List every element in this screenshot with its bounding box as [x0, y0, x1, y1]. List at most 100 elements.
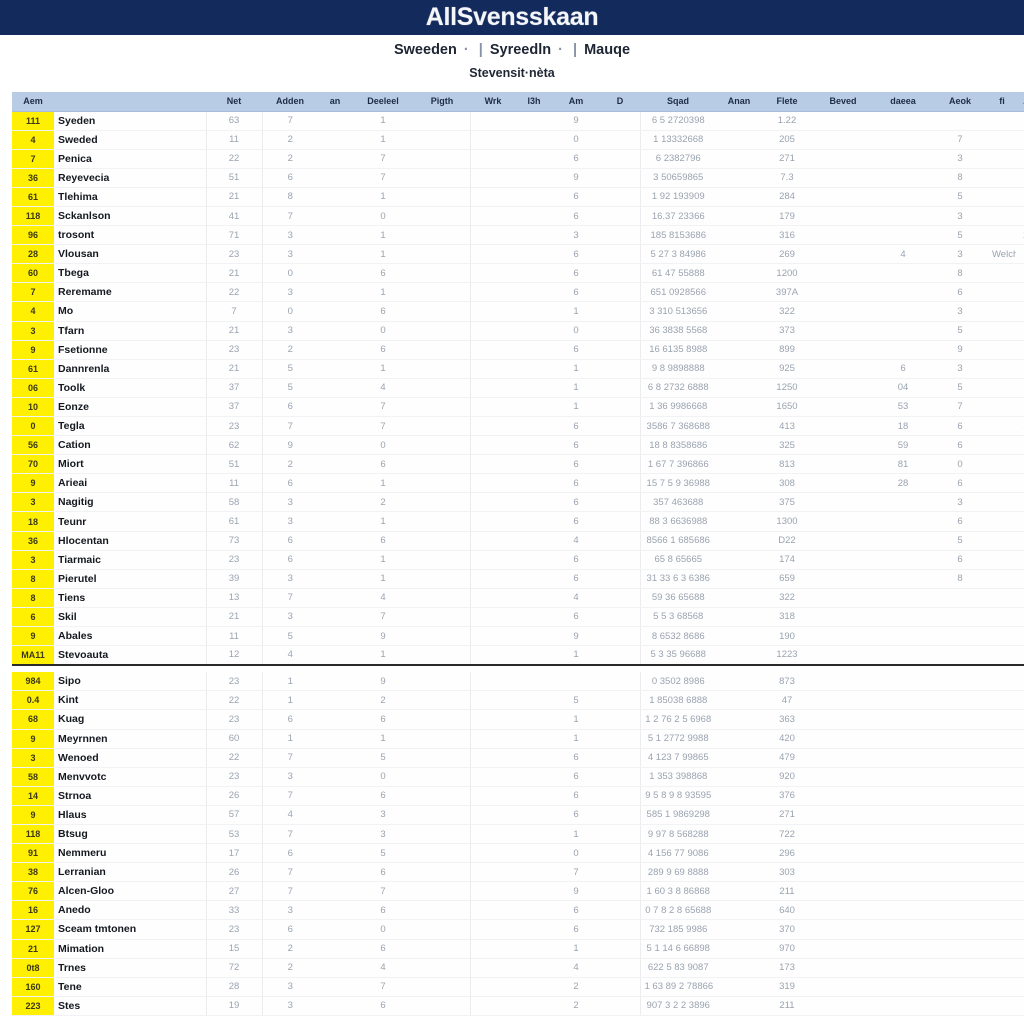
row-c2-cell: 2: [262, 340, 318, 360]
table-row[interactable]: 8Pierutel3931631 33 6 3 6386659824: [12, 569, 1024, 589]
table-row[interactable]: 21 Mimation 15 2 6 1 5 1 14 6 66898 970: [12, 939, 1024, 959]
table-row[interactable]: 9 Hlaus 57 4 3 6 585 1 9869298 271: [12, 805, 1024, 825]
table-row[interactable]: 16 Anedo 33 3 6 6 0 7 8 2 8 65688 640: [12, 900, 1024, 921]
table-row[interactable]: 127 Sceam tmtonen 23 6 0 6 732 185 9986 370: [12, 919, 1024, 940]
table-row[interactable]: 7Reremame223 1 6 651 0928566 397A 6 35: [12, 282, 1024, 303]
table-row[interactable]: 118Sckanlson417 0 6 16.37 23366 179 3 28: [12, 206, 1024, 227]
table-row[interactable]: 58 Menvvotc 23 3 0 6 1 353 398868 920: [12, 767, 1024, 787]
row-team-cell: Nemmeru: [54, 843, 207, 864]
table-row[interactable]: 0.4 Kint 22 1 2 5 1 85038 6888 47: [12, 690, 1024, 711]
table-row[interactable]: 111Syeden637 1 9 6 5 2720398 1.22 8.6: [12, 111, 1024, 131]
table-row[interactable]: 3Tiarmaic2361665 8 65665174613: [12, 550, 1024, 570]
table-row[interactable]: 96trosont71313185 81536863165267: [12, 225, 1024, 246]
row-c6-cell: [470, 531, 516, 551]
table-row[interactable]: 61Dannrenla215 1 1 9 8 9898888 925 63 24: [12, 359, 1024, 379]
column-header-c3[interactable]: an: [318, 92, 352, 112]
table-row[interactable]: 91 Nemmeru 17 6 5 0 4 156 77 9086 296: [12, 843, 1024, 864]
table-row[interactable]: 60Tbega210 6 6 61 47 55888 1200 8 38: [12, 263, 1024, 284]
row-c2-cell: 7: [262, 206, 318, 227]
row-c10-cell: 9 97 8 568288: [640, 824, 716, 845]
table-row[interactable]: 7Penica222766 2382796271365: [12, 149, 1024, 169]
table-row[interactable]: 0t8 Trnes 72 2 4 4 622 5 83 9087 173: [12, 958, 1024, 978]
row-c14-cell: [874, 767, 932, 787]
table-row[interactable]: 3 Wenoed 22 7 5 6 4 123 7 99865 479: [12, 748, 1024, 768]
row-c17-cell: 174: [1016, 416, 1024, 437]
breadcrumb-league[interactable]: Syreedln: [490, 42, 551, 58]
table-row[interactable]: 223 Stes 19 3 6 2 907 3 2 2 3896 211: [12, 996, 1024, 1016]
breadcrumb-section[interactable]: Mauqe: [584, 42, 630, 58]
row-team-cell: Mimation: [54, 939, 207, 959]
table-row[interactable]: 9Fsetionne2326616 6135 8988899930: [12, 340, 1024, 360]
column-header-c15[interactable]: Aeok: [932, 92, 988, 112]
table-row[interactable]: 70Miort512 6 6 1 67 7 396866 813 810 0.3: [12, 454, 1024, 475]
column-header-c2[interactable]: Adden: [262, 92, 318, 112]
table-row[interactable]: 76 Alcen-Gloo 27 7 7 9 1 60 3 8 86868 211: [12, 881, 1024, 902]
table-row[interactable]: 3Tfarn2130036 3838 5568373548: [12, 321, 1024, 341]
column-header-c17[interactable]: AIC: [1016, 92, 1024, 112]
row-c13-cell: [812, 435, 874, 456]
column-header-c1[interactable]: Net: [206, 92, 262, 112]
column-header-c14[interactable]: daeea: [874, 92, 932, 112]
table-row[interactable]: 0Tegla237763586 7 368688413186174: [12, 416, 1024, 437]
row-c15-cell: 3: [932, 301, 988, 322]
row-c17-cell: [1016, 862, 1024, 883]
row-c15-cell: 8: [932, 263, 988, 284]
table-row[interactable]: 06Toolk375416 8 2732 6888125004563: [12, 378, 1024, 398]
row-c10-cell: 5 1 14 6 66898: [640, 939, 716, 959]
column-header-c12[interactable]: Flete: [762, 92, 812, 112]
table-row[interactable]: 36Reyevecia516 7 9 3 50659865 7.3 8 56: [12, 168, 1024, 188]
column-header-c6[interactable]: Wrk: [470, 92, 516, 112]
table-row[interactable]: 9 Abales 11 5 9 9 8 6532 8686 190: [12, 626, 1024, 647]
row-rank-cell: 28: [12, 244, 54, 265]
row-c8-cell: 6: [552, 435, 600, 456]
row-c13-cell: [812, 607, 874, 628]
table-row[interactable]: MA11 Stevoauta 12 4 1 1 5 3 35 96688 1223: [12, 645, 1024, 666]
row-c3-cell: [318, 900, 352, 921]
row-c6-cell: [470, 767, 516, 787]
row-rank-cell: 3: [12, 492, 54, 513]
row-c8-cell: 6: [552, 244, 600, 265]
table-row[interactable]: 984 Sipo 23 1 9 0 3502 8986 873: [12, 671, 1024, 692]
column-header-rank[interactable]: Aem: [12, 92, 54, 112]
table-row[interactable]: 28Vlousan233165 27 3 8498626943Welch49: [12, 244, 1024, 265]
column-header-c5[interactable]: Pigth: [414, 92, 470, 112]
row-c17-cell: [1016, 996, 1024, 1016]
column-header-c16[interactable]: fi: [988, 92, 1016, 112]
column-header-c10[interactable]: Sqad: [640, 92, 716, 112]
table-row[interactable]: 61Tlehima218161 92 193909284516: [12, 187, 1024, 207]
table-row[interactable]: 4Mo70 6 1 3 310 513656 322 3 63: [12, 301, 1024, 322]
table-row[interactable]: 68 Kuag 23 6 6 1 1 2 76 2 5 6968 363: [12, 709, 1024, 730]
row-c7-cell: [516, 671, 552, 692]
column-header-c13[interactable]: Beved: [812, 92, 874, 112]
table-row[interactable]: 14 Strnoa 26 7 6 6 9 5 8 9 8 93595 376: [12, 786, 1024, 806]
row-c8-cell: 1: [552, 824, 600, 845]
row-c11-cell: [716, 130, 762, 150]
row-c1-cell: 37: [206, 378, 263, 398]
row-c8-cell: 2: [552, 977, 600, 997]
table-row[interactable]: 36Hlocentan736648566 1 685686D22565: [12, 531, 1024, 551]
table-row[interactable]: 6Skil213765 5 3 6856831815: [12, 607, 1024, 628]
column-header-c8[interactable]: Am: [552, 92, 600, 112]
table-row[interactable]: 38 Lerranian 26 7 6 7 289 9 69 8888 303: [12, 862, 1024, 883]
column-header-team[interactable]: [54, 92, 206, 112]
row-c12-cell: 363: [762, 709, 812, 730]
column-header-c4[interactable]: Deeleel: [352, 92, 414, 112]
table-row[interactable]: 4Sweded112 1 0 1 13332668 205 7 33: [12, 130, 1024, 150]
table-row[interactable]: 9Arieai1161615 7 5 9 3698830828629: [12, 473, 1024, 494]
table-row[interactable]: 8Tiens137 4 4 59 36 65688 322 30: [12, 588, 1024, 608]
table-row[interactable]: 3Nagitig58326357 463688375306: [12, 492, 1024, 513]
table-row[interactable]: 118 Btsug 53 7 3 1 9 97 8 568288 722: [12, 824, 1024, 845]
column-header-c11[interactable]: Anan: [716, 92, 762, 112]
table-row[interactable]: 160 Tene 28 3 7 2 1 63 89 2 78866 319: [12, 977, 1024, 997]
breadcrumb-country[interactable]: Sweeden: [394, 42, 457, 58]
table-row[interactable]: 56Cation6290618 8 835868632559638: [12, 435, 1024, 456]
column-header-c9[interactable]: D: [600, 92, 640, 112]
row-c11-cell: [716, 824, 762, 845]
column-header-c7[interactable]: l3h: [516, 92, 552, 112]
row-team-cell: trosont: [54, 225, 207, 246]
table-row[interactable]: 18Teunr613 1 6 88 3 6636988 1300 6 87: [12, 511, 1024, 532]
table-row[interactable]: 9 Meyrnnen 60 1 1 1 5 1 2772 9988 420: [12, 729, 1024, 749]
row-c14-cell: [874, 206, 932, 227]
row-c2-cell: 2: [262, 454, 318, 475]
table-row[interactable]: 10Eonze376711 36 9986668165053778: [12, 397, 1024, 418]
